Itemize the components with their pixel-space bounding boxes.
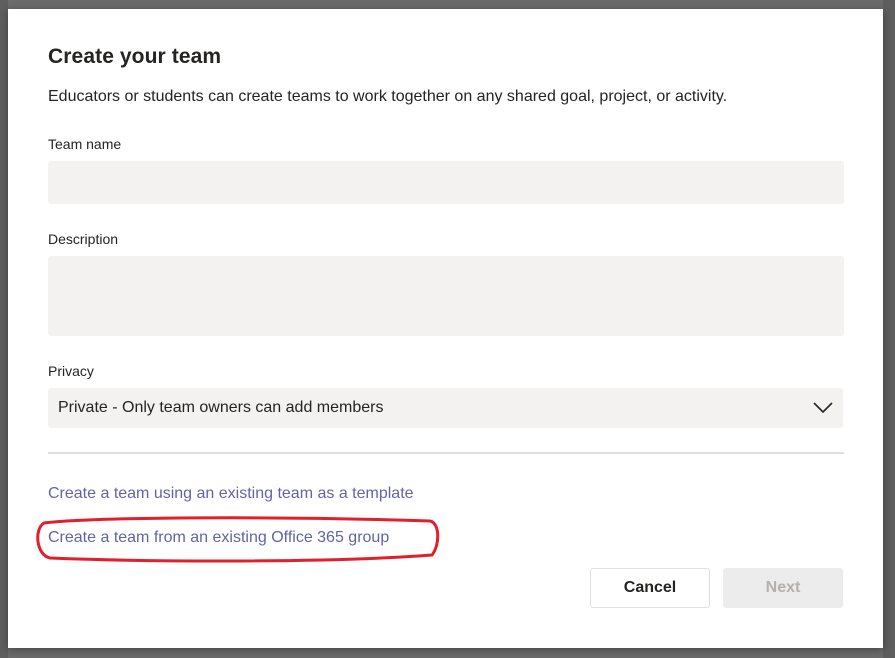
dialog-subtitle: Educators or students can create teams t… bbox=[48, 88, 728, 105]
privacy-label: Privacy bbox=[48, 363, 94, 379]
privacy-selected-value: Private - Only team owners can add membe… bbox=[58, 399, 384, 416]
next-button[interactable]: Next bbox=[723, 568, 843, 608]
highlight-annotation bbox=[36, 516, 440, 563]
create-from-template-link[interactable]: Create a team using an existing team as … bbox=[48, 485, 414, 503]
chevron-down-icon bbox=[813, 402, 833, 414]
section-divider bbox=[48, 452, 844, 454]
create-team-dialog: Create your team Educators or students c… bbox=[8, 9, 883, 648]
description-label: Description bbox=[48, 231, 119, 247]
cancel-button[interactable]: Cancel bbox=[590, 568, 710, 608]
dialog-title: Create your team bbox=[48, 45, 222, 68]
description-input[interactable] bbox=[48, 256, 844, 336]
team-name-label: Team name bbox=[48, 136, 122, 152]
privacy-dropdown[interactable]: Private - Only team owners can add membe… bbox=[48, 388, 843, 428]
backdrop-edge-left bbox=[0, 0, 8, 658]
backdrop-edge-right bbox=[883, 0, 895, 658]
team-name-input[interactable] bbox=[48, 161, 844, 204]
